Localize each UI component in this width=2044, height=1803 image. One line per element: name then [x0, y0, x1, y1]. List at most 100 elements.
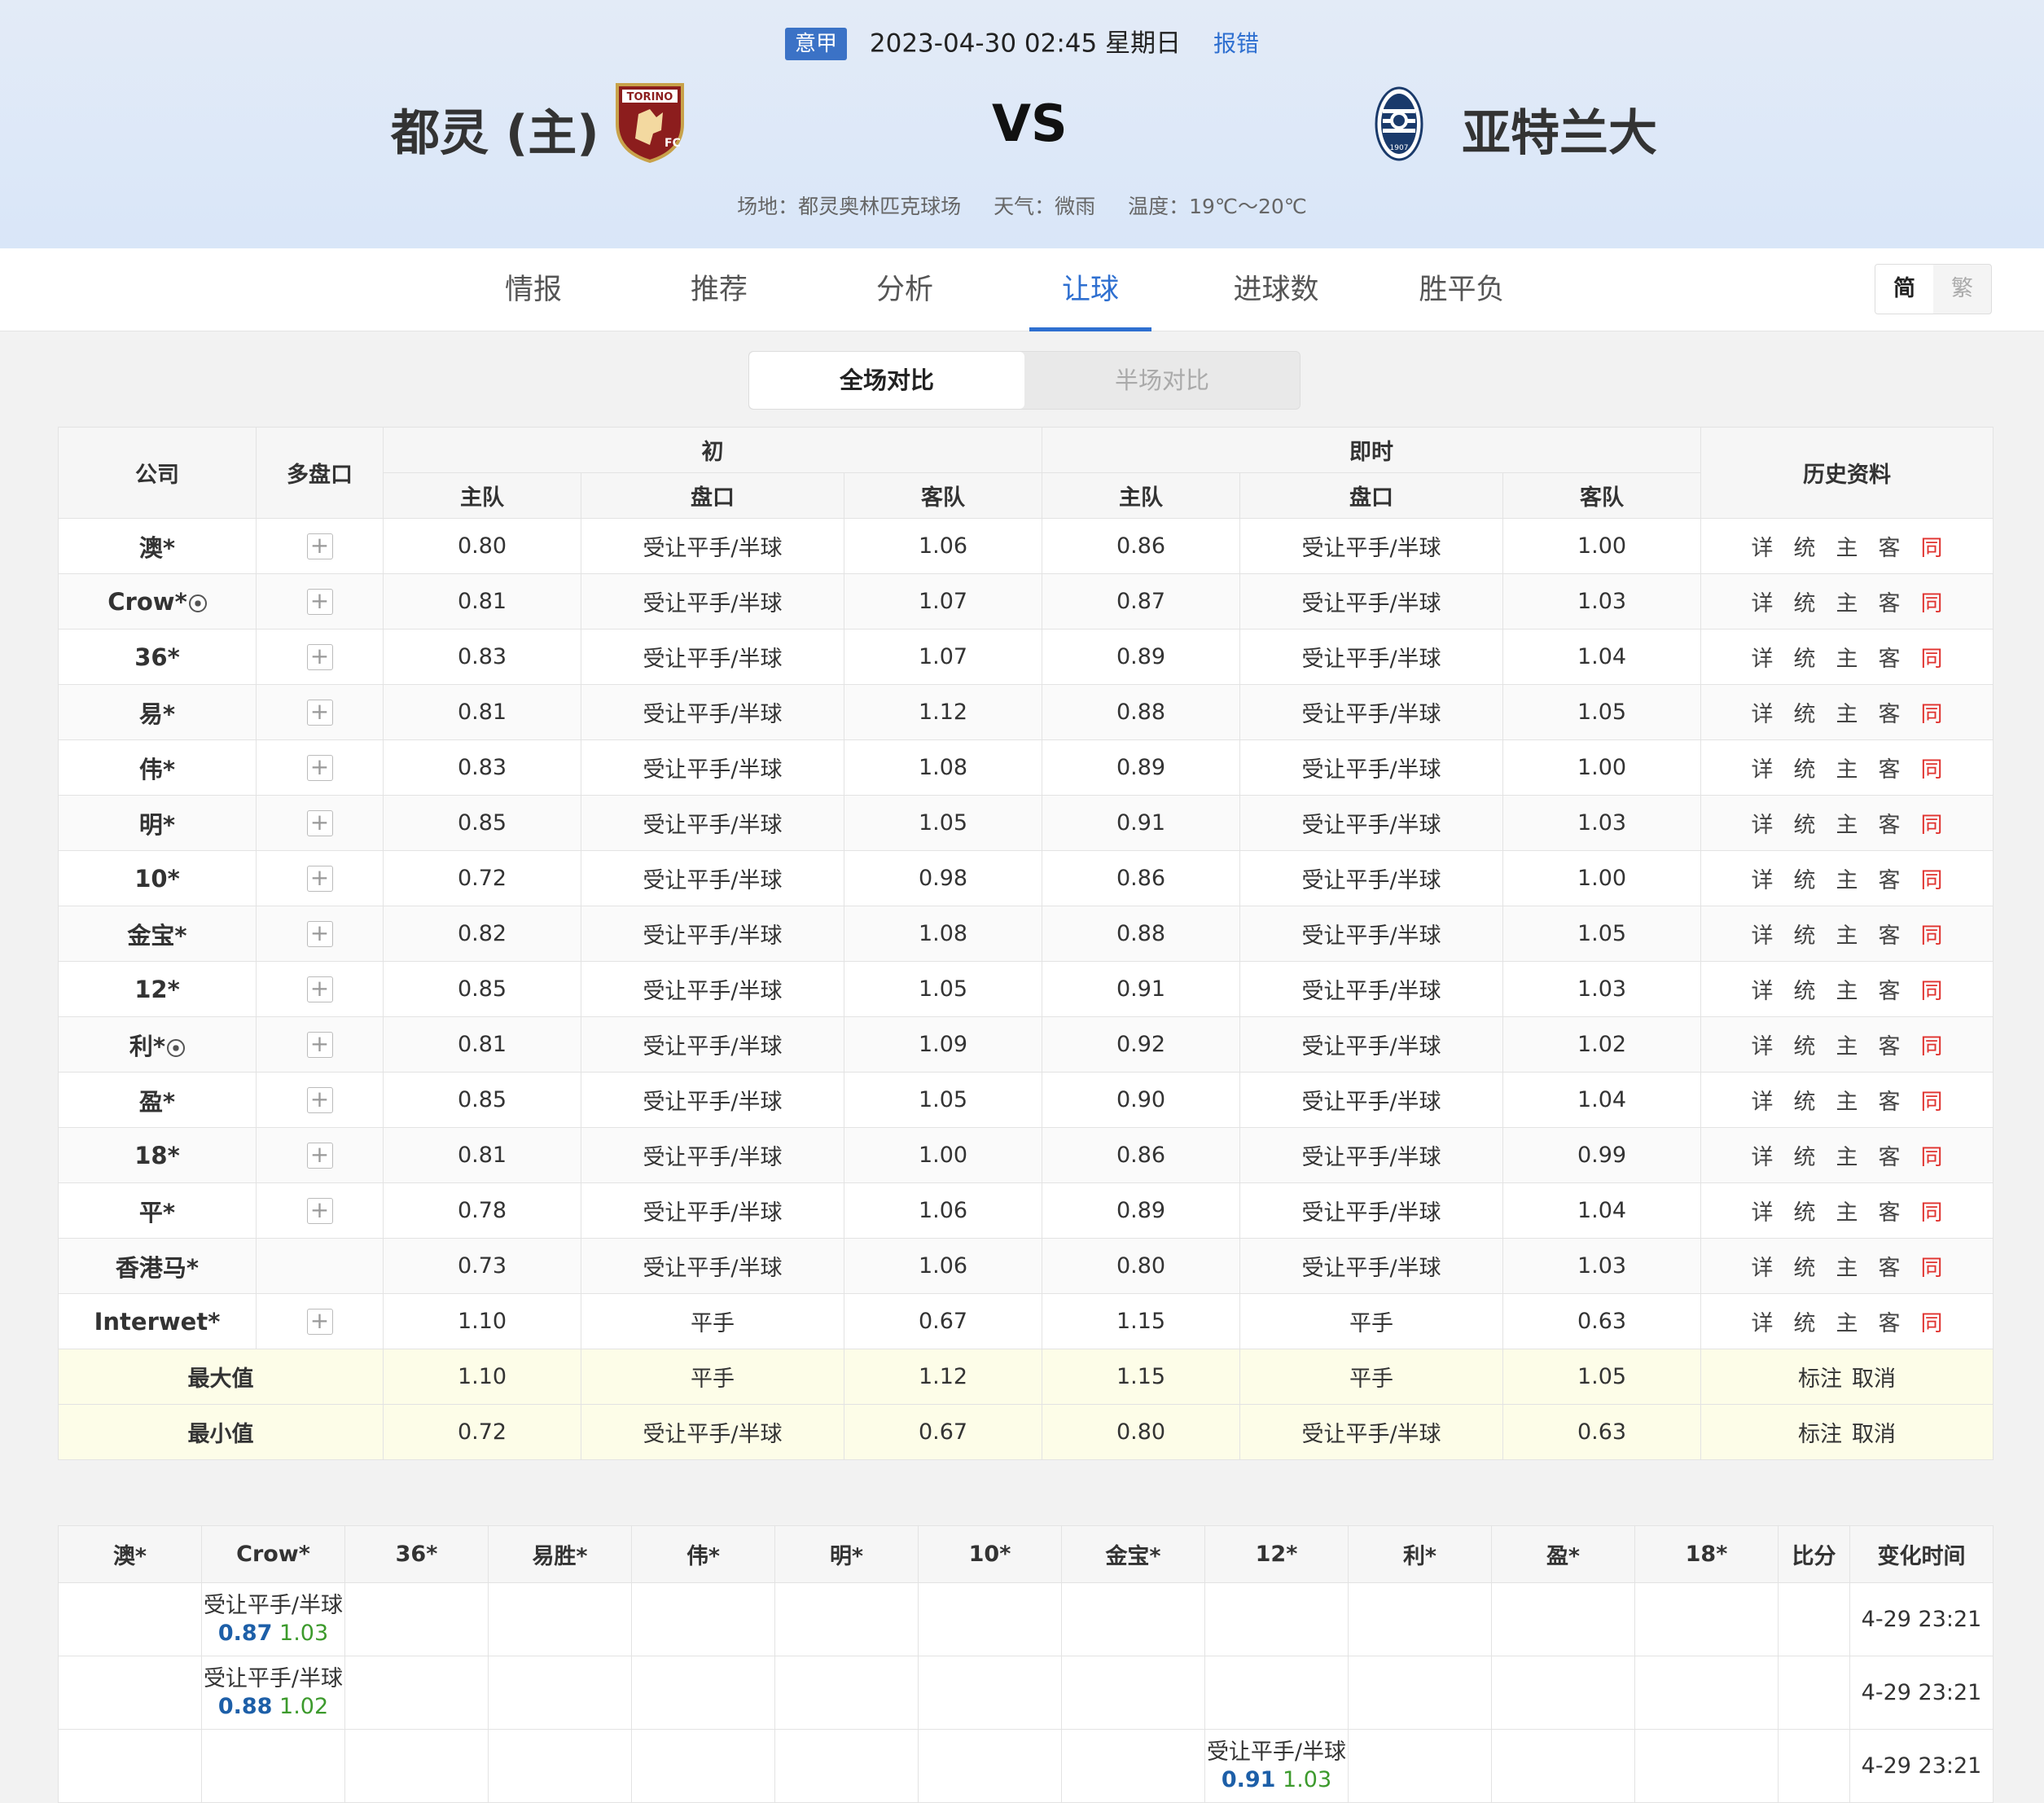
history-link-stats[interactable]: 统 [1783, 807, 1826, 839]
history-link-same[interactable]: 同 [1910, 530, 1953, 562]
history-link-home[interactable]: 主 [1826, 752, 1868, 783]
history-link-away[interactable]: 客 [1868, 1084, 1910, 1116]
traditional-chinese-button[interactable]: 繁 [1933, 265, 1991, 314]
history-link-home[interactable]: 主 [1826, 862, 1868, 894]
expand-plus-icon[interactable]: + [306, 920, 333, 947]
history-link-home[interactable]: 主 [1826, 1084, 1868, 1116]
report-error-link[interactable]: 报错 [1213, 30, 1259, 57]
expand-plus-icon[interactable]: + [306, 1142, 333, 1169]
company-name[interactable]: 香港马* [116, 1254, 199, 1282]
company-name[interactable]: 澳* [139, 534, 175, 562]
half-match-compare-button[interactable]: 半场对比 [1024, 352, 1300, 409]
company-cell[interactable]: 利* [58, 1016, 257, 1073]
tab-1x2[interactable]: 胜平负 [1401, 248, 1523, 331]
history-link-same[interactable]: 同 [1910, 586, 1953, 617]
company-cell[interactable]: 36* [58, 629, 257, 685]
history-link-away[interactable]: 客 [1868, 1195, 1910, 1226]
league-badge[interactable]: 意甲 [785, 27, 848, 60]
mark-button[interactable]: 标注 [1798, 1367, 1842, 1392]
history-link-home[interactable]: 主 [1826, 973, 1868, 1005]
cancel-button[interactable]: 取消 [1852, 1422, 1896, 1447]
history-link-away[interactable]: 客 [1868, 586, 1910, 617]
company-cell[interactable]: 18* [58, 1127, 257, 1183]
company-name[interactable]: 10* [134, 865, 180, 893]
tab-analysis[interactable]: 分析 [844, 248, 966, 331]
history-link-away[interactable]: 客 [1868, 641, 1910, 673]
history-link-detail[interactable]: 详 [1741, 752, 1783, 783]
history-link-stats[interactable]: 统 [1783, 641, 1826, 673]
history-link-stats[interactable]: 统 [1783, 1139, 1826, 1171]
company-cell[interactable]: 平* [58, 1182, 257, 1239]
history-link-stats[interactable]: 统 [1783, 752, 1826, 783]
company-cell[interactable]: 易* [58, 684, 257, 740]
history-link-detail[interactable]: 详 [1741, 641, 1783, 673]
history-link-same[interactable]: 同 [1910, 862, 1953, 894]
company-name[interactable]: 金宝* [127, 922, 186, 950]
history-link-home[interactable]: 主 [1826, 918, 1868, 950]
history-link-stats[interactable]: 统 [1783, 1250, 1826, 1282]
expand-plus-icon[interactable]: + [306, 643, 333, 670]
away-team-name[interactable]: 亚特兰大 [1462, 94, 1657, 165]
history-link-home[interactable]: 主 [1826, 1139, 1868, 1171]
history-link-same[interactable]: 同 [1910, 1139, 1953, 1171]
history-link-away[interactable]: 客 [1868, 862, 1910, 894]
atalanta-logo[interactable]: 1907 [1375, 85, 1423, 163]
company-cell[interactable]: 12* [58, 961, 257, 1017]
company-name[interactable]: 12* [134, 976, 180, 1003]
company-name[interactable]: 18* [134, 1142, 180, 1169]
mark-button[interactable]: 标注 [1798, 1422, 1842, 1447]
history-link-detail[interactable]: 详 [1741, 1139, 1783, 1171]
tab-goals[interactable]: 进球数 [1215, 248, 1337, 331]
company-cell[interactable]: 盈* [58, 1072, 257, 1128]
company-cell[interactable]: 10* [58, 850, 257, 906]
company-name[interactable]: 明* [139, 811, 175, 839]
history-link-stats[interactable]: 统 [1783, 1029, 1826, 1060]
company-name[interactable]: Crow* [107, 588, 186, 616]
history-link-stats[interactable]: 统 [1783, 918, 1826, 950]
history-link-stats[interactable]: 统 [1783, 530, 1826, 562]
expand-plus-icon[interactable]: + [306, 809, 333, 836]
company-cell[interactable]: 香港马* [58, 1238, 257, 1294]
history-link-away[interactable]: 客 [1868, 918, 1910, 950]
history-link-stats[interactable]: 统 [1783, 862, 1826, 894]
company-cell[interactable]: Interwet* [58, 1293, 257, 1349]
expand-plus-icon[interactable]: + [306, 976, 333, 1002]
tab-recommend[interactable]: 推荐 [658, 248, 780, 331]
expand-plus-icon[interactable]: + [306, 588, 333, 615]
history-link-same[interactable]: 同 [1910, 918, 1953, 950]
history-link-stats[interactable]: 统 [1783, 696, 1826, 728]
company-cell[interactable]: 伟* [58, 739, 257, 796]
history-link-same[interactable]: 同 [1910, 1250, 1953, 1282]
history-link-away[interactable]: 客 [1868, 530, 1910, 562]
expand-plus-icon[interactable]: + [306, 1086, 333, 1113]
home-team-name[interactable]: 都灵 (主) [391, 94, 599, 165]
history-link-same[interactable]: 同 [1910, 1029, 1953, 1060]
company-name[interactable]: 易* [139, 700, 175, 728]
company-name[interactable]: 36* [134, 643, 180, 671]
history-link-home[interactable]: 主 [1826, 1195, 1868, 1226]
history-link-away[interactable]: 客 [1868, 973, 1910, 1005]
history-link-home[interactable]: 主 [1826, 641, 1868, 673]
history-link-same[interactable]: 同 [1910, 1305, 1953, 1337]
expand-plus-icon[interactable]: + [306, 533, 333, 559]
history-link-same[interactable]: 同 [1910, 752, 1953, 783]
history-link-detail[interactable]: 详 [1741, 918, 1783, 950]
history-link-home[interactable]: 主 [1826, 586, 1868, 617]
full-match-compare-button[interactable]: 全场对比 [749, 352, 1024, 409]
history-link-detail[interactable]: 详 [1741, 530, 1783, 562]
simplified-chinese-button[interactable]: 简 [1875, 265, 1933, 314]
history-link-stats[interactable]: 统 [1783, 586, 1826, 617]
company-name[interactable]: 利* [129, 1033, 165, 1060]
history-link-home[interactable]: 主 [1826, 1250, 1868, 1282]
expand-plus-icon[interactable]: + [306, 1031, 333, 1058]
history-link-home[interactable]: 主 [1826, 807, 1868, 839]
torino-logo[interactable]: TORINO FC [614, 81, 686, 163]
history-link-detail[interactable]: 详 [1741, 862, 1783, 894]
history-link-stats[interactable]: 统 [1783, 973, 1826, 1005]
history-link-detail[interactable]: 详 [1741, 1195, 1783, 1226]
expand-plus-icon[interactable]: + [306, 754, 333, 781]
history-link-detail[interactable]: 详 [1741, 807, 1783, 839]
company-name[interactable]: 盈* [139, 1088, 175, 1116]
history-link-detail[interactable]: 详 [1741, 696, 1783, 728]
history-link-stats[interactable]: 统 [1783, 1305, 1826, 1337]
